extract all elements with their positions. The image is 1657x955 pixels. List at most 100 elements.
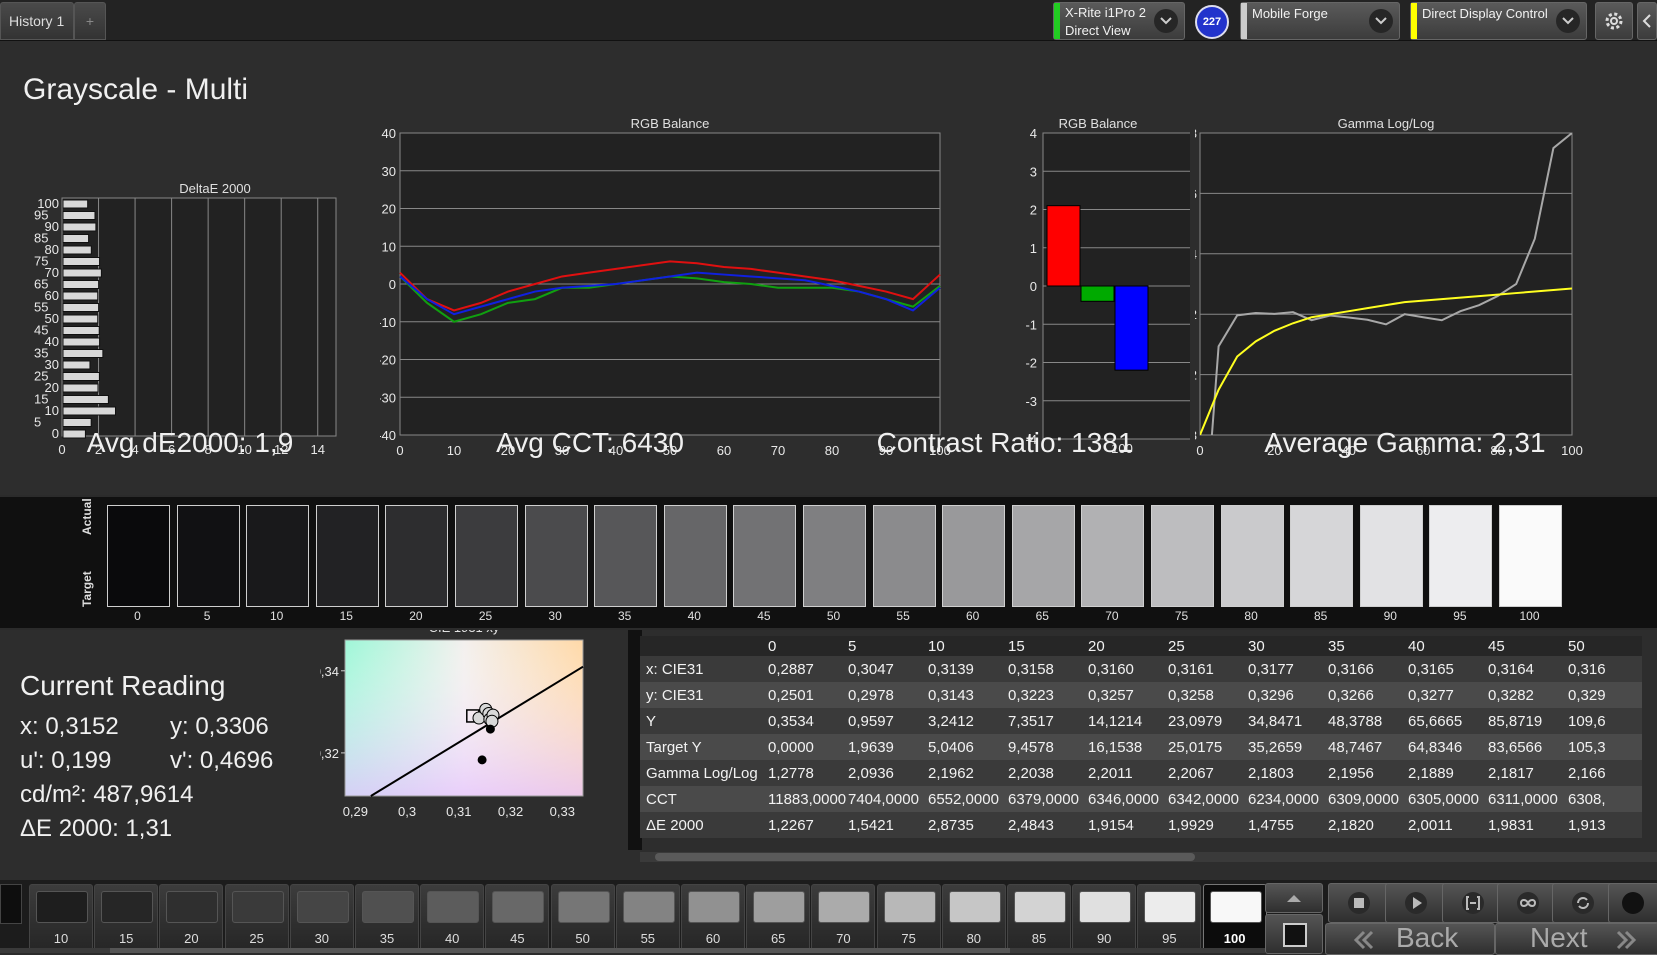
- table-cell: 0,329: [1562, 682, 1642, 708]
- avg-cct-stat: Avg CCT: 6430: [496, 427, 684, 458]
- gray-swatch[interactable]: [942, 505, 1006, 607]
- scrollbar-thumb[interactable]: [655, 853, 1195, 861]
- patch-button[interactable]: 10: [29, 884, 93, 951]
- profile-selector[interactable]: Mobile Forge: [1240, 2, 1400, 40]
- patch-button[interactable]: 70: [811, 884, 876, 951]
- charts-panel: Grayscale - Multi DeltaE 2000 0 2 4 6 8 10 12 14…: [0, 41, 1657, 495]
- swatch-label: 85: [1314, 609, 1328, 623]
- gray-swatch[interactable]: [872, 505, 936, 607]
- double-chevron-right-icon: [1616, 930, 1637, 950]
- gray-swatch[interactable]: [1151, 505, 1214, 607]
- patch-button[interactable]: 60: [681, 884, 745, 951]
- history-tab[interactable]: History 1: [0, 2, 74, 40]
- gray-swatch[interactable]: [1290, 505, 1354, 607]
- y-tick-label: 0: [389, 277, 396, 292]
- patch-button[interactable]: 95: [1137, 884, 1202, 951]
- table-cell: 0,3166: [1322, 656, 1402, 682]
- next-button[interactable]: Next: [1495, 922, 1657, 955]
- patch-button[interactable]: 50: [550, 884, 615, 951]
- gray-swatch[interactable]: [1429, 505, 1493, 607]
- rgb-bar: [1114, 285, 1149, 371]
- gray-swatch[interactable]: [455, 505, 518, 607]
- patch-button[interactable]: 90: [1072, 884, 1137, 951]
- table-cell: 6308,: [1562, 786, 1642, 812]
- options-button[interactable]: [1608, 883, 1657, 923]
- chevron-down-icon[interactable]: [1369, 9, 1393, 33]
- table-cell: 1,9639: [842, 734, 922, 760]
- gray-swatch[interactable]: [1011, 505, 1075, 607]
- patch-color-chip: [36, 891, 88, 923]
- swatch-labels: Actual Target: [80, 498, 100, 615]
- gray-swatch[interactable]: [1220, 505, 1284, 607]
- deltae-bar: [62, 337, 101, 347]
- patch-button[interactable]: 65: [746, 884, 811, 951]
- y-tick-label: -30: [380, 390, 396, 405]
- patch-button[interactable]: 20: [159, 884, 224, 951]
- patch-color-chip: [688, 891, 740, 923]
- back-button[interactable]: Back: [1325, 922, 1495, 955]
- gray-swatch[interactable]: [1359, 505, 1423, 607]
- patch-button[interactable]: 35: [355, 884, 419, 951]
- gray-swatch[interactable]: [594, 505, 658, 607]
- y-tick-label: -20: [380, 353, 396, 368]
- table-scrollbar[interactable]: [640, 852, 1657, 862]
- gray-swatch[interactable]: [1499, 505, 1562, 607]
- continuous-button[interactable]: [1497, 883, 1559, 923]
- patch-0-partial[interactable]: [0, 884, 22, 924]
- gray-swatch[interactable]: [246, 505, 310, 607]
- y-tick-label: -1: [1025, 317, 1037, 332]
- swatch-label: 10: [270, 609, 284, 623]
- chart-title: DeltaE 2000: [179, 181, 251, 196]
- patch-button[interactable]: 55: [615, 884, 680, 951]
- patch-button[interactable]: 25: [224, 884, 289, 951]
- patch-button[interactable]: 40: [420, 884, 485, 951]
- patch-button[interactable]: 75: [876, 884, 941, 951]
- play-button[interactable]: [1385, 883, 1447, 923]
- patch-scrollbar-thumb[interactable]: [110, 948, 1010, 953]
- patch-button[interactable]: 45: [485, 884, 550, 951]
- patch-button[interactable]: 100: [1202, 884, 1267, 951]
- patch-label: 70: [836, 931, 851, 946]
- swatch-label: 65: [1035, 609, 1049, 623]
- add-tab-button[interactable]: +: [74, 2, 106, 40]
- table-cell: 0,3047: [842, 656, 922, 682]
- chevron-down-icon[interactable]: [1154, 9, 1178, 33]
- chart-title: Gamma Log/Log: [1338, 116, 1435, 131]
- gray-swatch[interactable]: [803, 505, 866, 607]
- table-cell: 2,1820: [1322, 812, 1402, 838]
- chevron-down-icon[interactable]: [1556, 9, 1580, 33]
- patch-button[interactable]: 15: [94, 884, 159, 951]
- gray-swatch[interactable]: [733, 505, 797, 607]
- display-control-selector[interactable]: Direct Display Control: [1410, 2, 1587, 40]
- stop-sequence-button[interactable]: [1265, 914, 1323, 954]
- gray-swatch[interactable]: [385, 505, 449, 607]
- patch-button[interactable]: 30: [289, 884, 354, 951]
- meter-selector[interactable]: X-Rite i1Pro 2 Direct View: [1053, 2, 1185, 40]
- circle-icon: [1622, 892, 1644, 914]
- refresh-button[interactable]: [1552, 883, 1614, 923]
- table-cell: 0,2887: [762, 656, 842, 682]
- table-cell: 7404,0000: [842, 786, 922, 812]
- settings-button[interactable]: [1595, 2, 1633, 40]
- gray-swatch[interactable]: [524, 505, 588, 607]
- table-cell: 2,0011: [1402, 812, 1482, 838]
- gray-swatch[interactable]: [663, 505, 727, 607]
- y-tick-label: 4: [1030, 126, 1037, 141]
- patch-label: 55: [640, 931, 656, 946]
- gray-swatch[interactable]: [176, 505, 240, 607]
- gray-swatch[interactable]: [1081, 505, 1145, 607]
- column-header: 50: [1562, 636, 1642, 656]
- data-table-viewport: 0 5 10 15 20 25 30 35 40 45 50 x: CIE31 0,2887 0,304…: [640, 630, 1657, 860]
- gray-swatch[interactable]: [315, 505, 379, 607]
- history-tab-label: History 1: [9, 13, 65, 29]
- measure-once-button[interactable]: [1442, 883, 1504, 923]
- collapse-button[interactable]: [1637, 2, 1657, 40]
- gray-swatch[interactable]: [107, 505, 170, 607]
- x-tick-label: 0: [1196, 443, 1203, 458]
- scroll-up-button[interactable]: [1265, 883, 1323, 913]
- stop-button[interactable]: [1328, 883, 1390, 923]
- patch-scrollbar[interactable]: [0, 948, 1265, 953]
- table-cell: 2,4843: [1002, 812, 1082, 838]
- patch-button[interactable]: 85: [1007, 884, 1071, 951]
- patch-button[interactable]: 80: [941, 884, 1006, 951]
